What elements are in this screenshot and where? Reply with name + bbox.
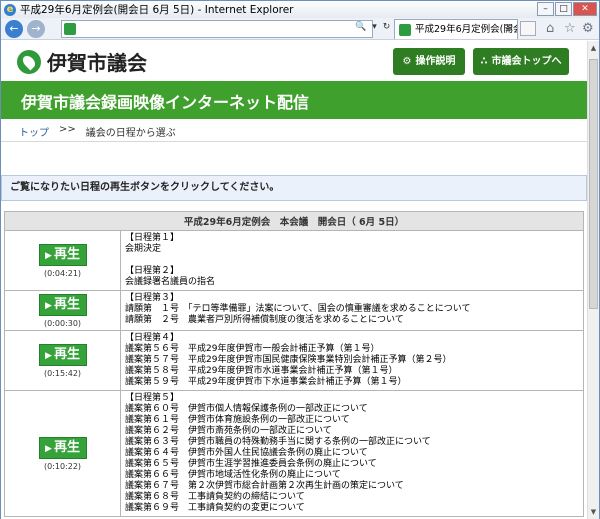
dropdown-icon[interactable]: ▾ xyxy=(372,22,377,32)
tab-close-icon[interactable]: ✕ xyxy=(506,20,514,39)
logo-mark-icon xyxy=(17,49,41,74)
breadcrumb: トップ >> 議会の日程から選ぶ xyxy=(19,124,176,139)
agenda-line: 【日程第４】 xyxy=(125,333,180,343)
instruction-notice: ご覧になりたい日程の再生ボタンをクリックしてください。 xyxy=(1,175,587,201)
agenda-line: 議案第５６号 平成29年度伊賀市一般会計補正予算（第１号） xyxy=(125,344,380,354)
help-button[interactable]: ⚙ 操作説明 xyxy=(393,48,465,75)
table-row: ▶ 再生 (0:00:30) 【日程第３】 請願第 １号 「テロ等準備罪」法案について、… xyxy=(4,290,584,331)
favorites-icon[interactable]: ☆ xyxy=(564,21,576,36)
page-content: 伊賀市議会 ⚙ 操作説明 ∴ 市議会トップへ 伊賀市議会録画映像インターネット配信 … xyxy=(1,41,587,519)
play-button[interactable]: ▶ 再生 xyxy=(38,344,87,366)
table-row: ▶ 再生 (0:04:21) 【日程第１】 会期決定 【日程第２】 会議録署名議員の指名 xyxy=(4,230,584,291)
search-icon[interactable]: 🔍 xyxy=(355,22,366,32)
agenda-line: 議案第６０号 伊賀市個人情報保護条例の一部改正について xyxy=(125,404,368,414)
play-button[interactable]: ▶ 再生 xyxy=(38,437,87,459)
agenda-line: 請願第 ２号 農業者戸別所得補償制度の復活を求めることについて xyxy=(125,315,404,325)
agenda-line xyxy=(125,255,579,266)
new-tab-button[interactable] xyxy=(520,21,536,36)
agenda-items: 【日程第４】 議案第５６号 平成29年度伊賀市一般会計補正予算（第１号） 議案第５７… xyxy=(120,330,584,391)
url-field[interactable] xyxy=(61,20,373,38)
council-top-button[interactable]: ∴ 市議会トップへ xyxy=(473,48,569,75)
play-icon: ▶ xyxy=(45,351,52,361)
agenda-line: 議案第６５号 伊賀市生涯学習推進委員会条例の廃止について xyxy=(125,459,377,469)
agenda-line: 議案第６８号 工事請負契約の締結について xyxy=(125,492,305,502)
agenda-line: 議案第６２号 伊賀市斎苑条例の一部改正について xyxy=(125,426,332,436)
window-title: 平成29年6月定例会(開会日 6月 5日) - Internet Explore… xyxy=(20,4,294,16)
play-icon: ▶ xyxy=(45,301,52,311)
duration: (0:04:21) xyxy=(43,269,82,278)
table-caption: 平成29年6月定例会 本会議 開会日（ 6月 5日） xyxy=(4,211,584,231)
gear-icon[interactable]: ⚙ xyxy=(582,21,594,36)
agenda-line: 議案第６４号 伊賀市外国人住民協議会条例の廃止について xyxy=(125,448,368,458)
address-bar: ← → 🔍 ▾ ↻ 平成29年6月定例会(開会... ✕ ⌂ ☆ ⚙ xyxy=(1,18,599,40)
divider xyxy=(1,141,587,142)
schedule-table: 平成29年6月定例会 本会議 開会日（ 6月 5日） ▶ 再生 (0:04:21) 【… xyxy=(4,211,584,517)
agenda-line: 議案第５９号 平成29年度伊賀市下水道事業会計補正予算（第１号） xyxy=(125,377,407,387)
title-bar: e 平成29年6月定例会(開会日 6月 5日) - Internet Explo… xyxy=(1,1,599,18)
breadcrumb-separator: >> xyxy=(59,124,76,135)
minimize-button[interactable]: – xyxy=(537,2,554,16)
agenda-line: 会議録署名議員の指名 xyxy=(125,277,216,287)
agenda-line: 【日程第２】 xyxy=(125,266,180,276)
banner-title: 伊賀市議会録画映像インターネット配信 xyxy=(21,93,310,112)
browser-tab[interactable]: 平成29年6月定例会(開会... ✕ xyxy=(394,19,518,39)
play-cell: ▶ 再生 (0:10:22) xyxy=(4,390,121,517)
table-row: ▶ 再生 (0:15:42) 【日程第４】 議案第５６号 平成29年度伊賀市一般会計補正… xyxy=(4,330,584,391)
browser-window: e 平成29年6月定例会(開会日 6月 5日) - Internet Explo… xyxy=(0,0,600,519)
agenda-line: 会期決定 xyxy=(125,244,162,254)
agenda-line: 議案第６６号 伊賀市地域活性化条例の廃止について xyxy=(125,470,341,480)
site-name: 伊賀市議会 xyxy=(47,51,147,75)
play-cell: ▶ 再生 (0:00:30) xyxy=(4,290,121,331)
agenda-line: 議案第６１号 伊賀市体育施設条例の一部改正について xyxy=(125,415,350,425)
agenda-line: 【日程第３】 xyxy=(125,293,180,303)
duration: (0:15:42) xyxy=(43,369,82,378)
page-icon xyxy=(64,23,76,35)
agenda-line: 議案第６７号 第２次伊賀市総合計画第２次再生計画の策定について xyxy=(125,481,404,491)
agenda-items: 【日程第５】 議案第６０号 伊賀市個人情報保護条例の一部改正について 議案第６１号 … xyxy=(120,390,584,517)
agenda-line: 議案第５８号 平成29年度伊賀市水道事業会計補正予算（第１号） xyxy=(125,366,398,376)
scroll-thumb[interactable] xyxy=(589,59,598,309)
agenda-line: 議案第５７号 平成29年度伊賀市国民健康保険事業特別会計補正予算（第２号） xyxy=(125,355,452,365)
duration: (0:00:30) xyxy=(43,319,82,328)
play-cell: ▶ 再生 (0:15:42) xyxy=(4,330,121,391)
play-button[interactable]: ▶ 再生 xyxy=(38,244,87,266)
agenda-items: 【日程第３】 請願第 １号 「テロ等準備罪」法案について、国会の慎重審議を求めるこ… xyxy=(120,290,584,331)
play-cell: ▶ 再生 (0:04:21) xyxy=(4,230,121,291)
agenda-line: 【日程第５】 xyxy=(125,393,180,403)
scroll-up-icon[interactable]: ▲ xyxy=(588,41,599,55)
agenda-line: 議案第６３号 伊賀市職員の特殊勤務手当に関する条例の一部改正について xyxy=(125,437,431,447)
site-logo[interactable]: 伊賀市議会 xyxy=(17,47,147,76)
table-row: ▶ 再生 (0:10:22) 【日程第５】 議案第６０号 伊賀市個人情報保護条例の一部改… xyxy=(4,390,584,517)
maximize-button[interactable]: □ xyxy=(555,2,572,16)
agenda-line: 請願第 １号 「テロ等準備罪」法案について、国会の慎重審議を求めることについて xyxy=(125,304,471,314)
gear-icon: ⚙ xyxy=(402,56,412,67)
vertical-scrollbar[interactable]: ▲ ▼ xyxy=(587,41,599,519)
play-icon: ▶ xyxy=(45,444,52,454)
site-header: 伊賀市議会 ⚙ 操作説明 ∴ 市議会トップへ xyxy=(1,41,587,81)
scroll-down-icon[interactable]: ▼ xyxy=(588,505,599,519)
agenda-line: 【日程第１】 xyxy=(125,233,180,243)
play-icon: ▶ xyxy=(45,251,52,261)
back-icon[interactable]: ← xyxy=(5,20,23,38)
forward-icon[interactable]: → xyxy=(27,20,45,38)
close-button[interactable]: ✕ xyxy=(573,2,597,16)
home-icon[interactable]: ⌂ xyxy=(546,21,554,36)
ie-icon: e xyxy=(4,3,16,16)
play-button[interactable]: ▶ 再生 xyxy=(38,294,87,316)
page-banner: 伊賀市議会録画映像インターネット配信 xyxy=(1,81,587,119)
tab-favicon xyxy=(399,24,411,36)
agenda-items: 【日程第１】 会期決定 【日程第２】 会議録署名議員の指名 xyxy=(120,230,584,291)
agenda-line: 議案第６９号 工事請負契約の変更について xyxy=(125,503,305,513)
refresh-icon[interactable]: ↻ xyxy=(383,22,391,32)
breadcrumb-current: 議会の日程から選ぶ xyxy=(85,128,176,139)
duration: (0:10:22) xyxy=(43,462,82,471)
sitemap-icon: ∴ xyxy=(480,56,488,67)
breadcrumb-home-link[interactable]: トップ xyxy=(19,124,49,139)
